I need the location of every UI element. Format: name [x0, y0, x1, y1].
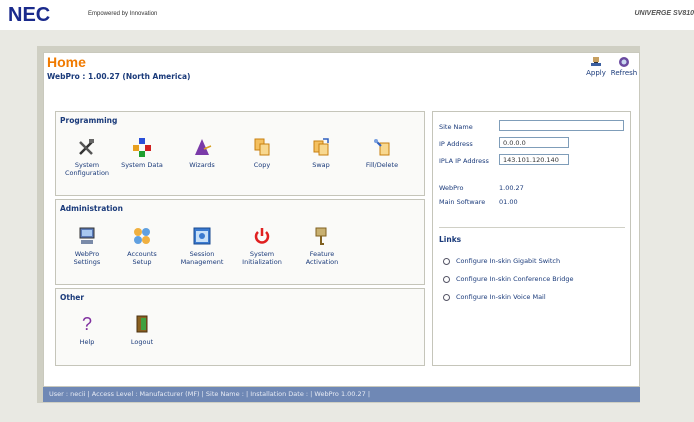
administration-title: Administration: [60, 204, 123, 213]
other-title: Other: [60, 293, 85, 302]
item-label-2: Settings: [73, 258, 101, 266]
bullet-icon: [443, 275, 450, 283]
top-header: NEC Empowered by Innovation UNIVERGE SV8…: [0, 0, 694, 30]
item-label-2: Configuration: [64, 169, 110, 177]
fill-delete-item[interactable]: Fill/Delete: [354, 136, 410, 169]
page-subtitle: WebPro : 1.00.27 (North America): [47, 72, 191, 81]
logout-item[interactable]: Logout: [114, 313, 170, 346]
wizards-item[interactable]: Wizards: [174, 136, 230, 169]
swap-item[interactable]: Swap: [293, 136, 349, 169]
main-software-label: Main Software: [439, 198, 486, 206]
link-conference-bridge[interactable]: Configure In-skin Conference Bridge: [443, 275, 574, 283]
programming-title: Programming: [60, 116, 118, 125]
status-bar: User : necii | Access Level : Manufactur…: [43, 387, 640, 402]
link-label: Configure In-skin Voice Mail: [456, 293, 546, 301]
logout-icon: [131, 313, 153, 335]
copy-icon: [251, 136, 273, 158]
ip-address-label: IP Address: [439, 140, 473, 148]
tagline: Empowered by Innovation: [88, 11, 158, 17]
item-label: Logout: [130, 338, 154, 346]
item-label: Copy: [253, 161, 271, 169]
bullet-icon: [443, 293, 450, 301]
power-icon: [251, 225, 273, 247]
webpro-version-label: WebPro: [439, 184, 464, 192]
session-icon: [191, 225, 213, 247]
main-software-value: 01.00: [499, 198, 518, 206]
webpro-settings-icon: [76, 225, 98, 247]
item-label: Accounts: [127, 250, 157, 258]
administration-section: Administration WebPro Settings Accounts …: [55, 199, 425, 285]
item-label: System: [249, 250, 275, 258]
webpro-settings-item[interactable]: WebPro Settings: [59, 225, 115, 266]
ip-address-field[interactable]: 0.0.0.0: [499, 137, 569, 148]
apply-button[interactable]: Apply: [583, 56, 609, 77]
system-configuration-item[interactable]: System Configuration: [59, 136, 115, 177]
fill-delete-icon: [371, 136, 393, 158]
item-label: Swap: [312, 161, 330, 169]
webpro-version-value: 1.00.27: [499, 184, 524, 192]
divider: [439, 227, 625, 228]
copy-item[interactable]: Copy: [234, 136, 290, 169]
product-brand: UNIVERGE SV810: [634, 10, 694, 17]
item-label-2: Management: [180, 258, 224, 266]
key-icon: [311, 225, 333, 247]
status-text: User : necii | Access Level : Manufactur…: [49, 390, 371, 398]
link-label: Configure In-skin Conference Bridge: [456, 275, 574, 283]
site-info-box: Site Name IP Address 0.0.0.0 IPLA IP Add…: [432, 111, 631, 366]
refresh-button[interactable]: Refresh: [609, 56, 639, 77]
feature-activation-item[interactable]: Feature Activation: [294, 225, 350, 266]
link-voice-mail[interactable]: Configure In-skin Voice Mail: [443, 293, 546, 301]
ipla-ip-label: IPLA IP Address: [439, 157, 489, 165]
system-data-item[interactable]: System Data: [114, 136, 170, 169]
swap-icon: [310, 136, 332, 158]
system-initialization-item[interactable]: System Initialization: [234, 225, 290, 266]
session-management-item[interactable]: Session Management: [174, 225, 230, 266]
item-label: Feature: [309, 250, 335, 258]
bullet-icon: [443, 257, 450, 265]
links-title: Links: [439, 235, 462, 244]
wizard-icon: [191, 136, 213, 158]
item-label: Session: [189, 250, 215, 258]
link-gigabit-switch[interactable]: Configure In-skin Gigabit Switch: [443, 257, 560, 265]
item-label-2: Activation: [305, 258, 339, 266]
system-data-icon: [131, 136, 153, 158]
item-label-2: Initialization: [242, 258, 282, 266]
page-title: Home: [47, 54, 86, 70]
accounts-setup-item[interactable]: Accounts Setup: [114, 225, 170, 266]
help-item[interactable]: ? Help: [59, 313, 115, 346]
site-name-label: Site Name: [439, 123, 473, 131]
item-label: System Data: [121, 161, 163, 169]
ipla-ip-field[interactable]: 143.101.120.140: [499, 154, 569, 165]
apply-icon: [591, 57, 601, 66]
item-label: Help: [79, 338, 95, 346]
accounts-icon: [131, 225, 153, 247]
tools-icon: [76, 136, 98, 158]
link-label: Configure In-skin Gigabit Switch: [456, 257, 561, 265]
item-label: Fill/Delete: [365, 161, 399, 169]
other-section: Other ? Help Logout: [55, 288, 425, 366]
refresh-icon: [619, 57, 629, 67]
programming-section: Programming System Configuration System …: [55, 111, 425, 196]
nec-logo: NEC: [8, 4, 51, 26]
site-name-field[interactable]: [499, 120, 624, 131]
item-label: System: [74, 161, 100, 169]
item-label: WebPro: [74, 250, 100, 258]
item-label-2: Setup: [132, 258, 152, 266]
help-icon: ?: [81, 314, 92, 334]
item-label: Wizards: [189, 161, 215, 169]
refresh-label: Refresh: [610, 69, 638, 77]
apply-label: Apply: [586, 69, 606, 77]
